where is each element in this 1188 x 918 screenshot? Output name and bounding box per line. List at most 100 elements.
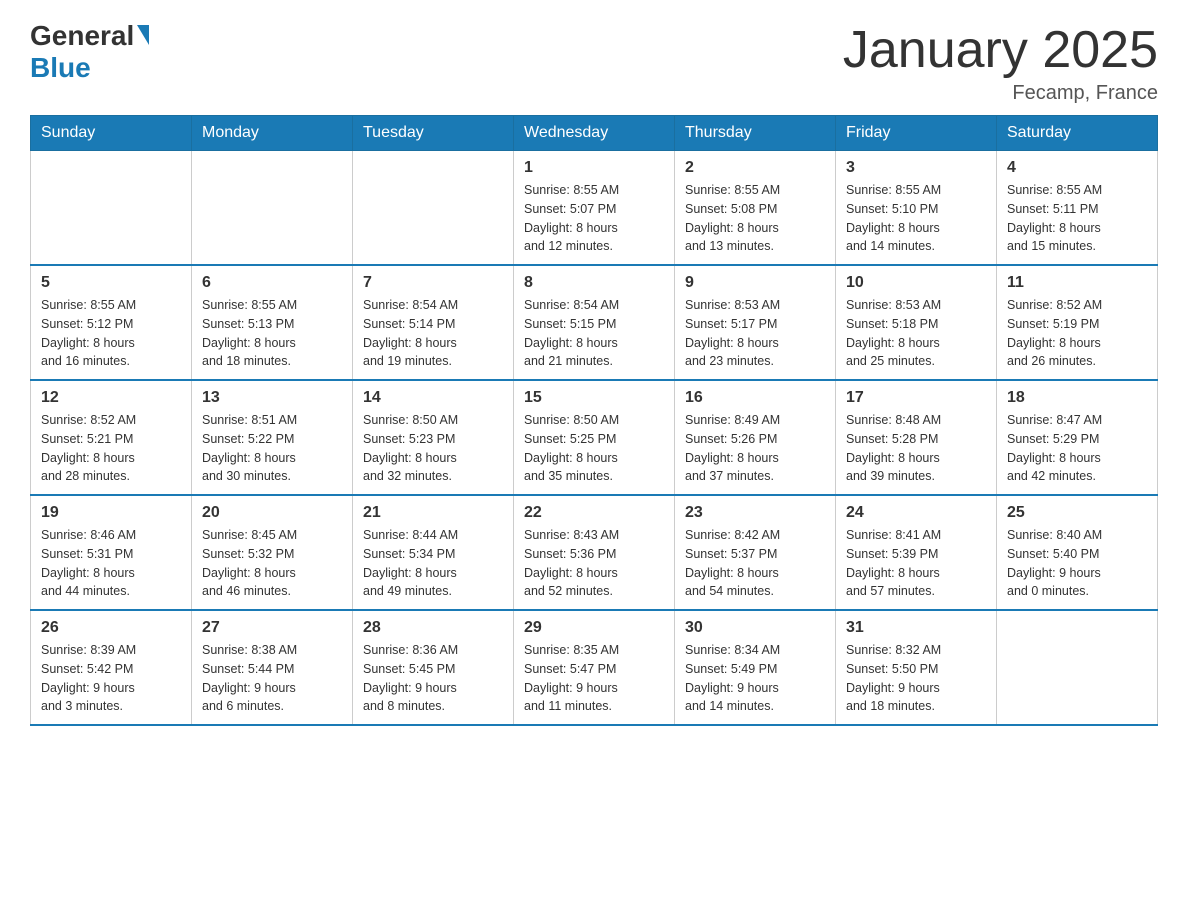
weekday-header-row: SundayMondayTuesdayWednesdayThursdayFrid… — [31, 116, 1158, 151]
table-row: 29 Sunrise: 8:35 AM Sunset: 5:47 PM Dayli… — [514, 610, 675, 725]
day-info: Sunrise: 8:52 AM Sunset: 5:19 PM Dayligh… — [1007, 296, 1147, 371]
table-row: 28 Sunrise: 8:36 AM Sunset: 5:45 PM Dayli… — [353, 610, 514, 725]
day-info: Sunrise: 8:43 AM Sunset: 5:36 PM Dayligh… — [524, 526, 664, 601]
page-header: General Blue January 2025 Fecamp, France — [30, 20, 1158, 105]
table-row: 4Sunrise: 8:55 AM Sunset: 5:11 PM Daylig… — [997, 151, 1158, 266]
day-number: 12 — [41, 389, 181, 407]
table-row — [192, 151, 353, 266]
table-row: 13 Sunrise: 8:51 AM Sunset: 5:22 PM Dayli… — [192, 380, 353, 495]
day-number: 14 — [363, 389, 503, 407]
day-number: 30 — [685, 619, 825, 637]
day-info: Sunrise: 8:51 AM Sunset: 5:22 PM Dayligh… — [202, 411, 342, 486]
calendar-table: SundayMondayTuesdayWednesdayThursdayFrid… — [30, 115, 1158, 726]
table-row: 3 Sunrise: 8:55 AM Sunset: 5:10 PM Daylig… — [836, 151, 997, 266]
table-row: 9 Sunrise: 8:53 AM Sunset: 5:17 PM Daylig… — [675, 265, 836, 380]
day-number: 5 — [41, 274, 181, 292]
table-row: 31Sunrise: 8:32 AM Sunset: 5:50 PM Dayli… — [836, 610, 997, 725]
calendar-week-2: 5 Sunrise: 8:55 AM Sunset: 5:12 PM Daylig… — [31, 265, 1158, 380]
day-number: 1 — [524, 159, 664, 177]
day-number: 15 — [524, 389, 664, 407]
weekday-header-thursday: Thursday — [675, 116, 836, 151]
table-row: 21 Sunrise: 8:44 AM Sunset: 5:34 PM Dayli… — [353, 495, 514, 610]
table-row: 19 Sunrise: 8:46 AM Sunset: 5:31 PM Dayli… — [31, 495, 192, 610]
title-section: January 2025 Fecamp, France — [843, 20, 1158, 105]
day-number: 3 — [846, 159, 986, 177]
table-row: 5 Sunrise: 8:55 AM Sunset: 5:12 PM Daylig… — [31, 265, 192, 380]
table-row: 30Sunrise: 8:34 AM Sunset: 5:49 PM Dayli… — [675, 610, 836, 725]
month-title: January 2025 — [843, 20, 1158, 80]
table-row: 17 Sunrise: 8:48 AM Sunset: 5:28 PM Dayli… — [836, 380, 997, 495]
day-info: Sunrise: 8:54 AM Sunset: 5:14 PM Dayligh… — [363, 296, 503, 371]
day-number: 19 — [41, 504, 181, 522]
table-row: 25Sunrise: 8:40 AM Sunset: 5:40 PM Dayli… — [997, 495, 1158, 610]
table-row: 11Sunrise: 8:52 AM Sunset: 5:19 PM Dayli… — [997, 265, 1158, 380]
day-info: Sunrise: 8:42 AM Sunset: 5:37 PM Dayligh… — [685, 526, 825, 601]
day-info: Sunrise: 8:55 AM Sunset: 5:07 PM Dayligh… — [524, 181, 664, 256]
table-row: 22 Sunrise: 8:43 AM Sunset: 5:36 PM Dayli… — [514, 495, 675, 610]
day-info: Sunrise: 8:36 AM Sunset: 5:45 PM Dayligh… — [363, 641, 503, 716]
table-row: 14Sunrise: 8:50 AM Sunset: 5:23 PM Dayli… — [353, 380, 514, 495]
table-row: 26 Sunrise: 8:39 AM Sunset: 5:42 PM Dayli… — [31, 610, 192, 725]
table-row: 7Sunrise: 8:54 AM Sunset: 5:14 PM Daylig… — [353, 265, 514, 380]
day-number: 28 — [363, 619, 503, 637]
table-row: 24Sunrise: 8:41 AM Sunset: 5:39 PM Dayli… — [836, 495, 997, 610]
day-number: 10 — [846, 274, 986, 292]
day-info: Sunrise: 8:53 AM Sunset: 5:18 PM Dayligh… — [846, 296, 986, 371]
day-info: Sunrise: 8:50 AM Sunset: 5:25 PM Dayligh… — [524, 411, 664, 486]
day-info: Sunrise: 8:35 AM Sunset: 5:47 PM Dayligh… — [524, 641, 664, 716]
day-number: 9 — [685, 274, 825, 292]
weekday-header-tuesday: Tuesday — [353, 116, 514, 151]
calendar-week-4: 19 Sunrise: 8:46 AM Sunset: 5:31 PM Dayli… — [31, 495, 1158, 610]
day-info: Sunrise: 8:44 AM Sunset: 5:34 PM Dayligh… — [363, 526, 503, 601]
day-number: 27 — [202, 619, 342, 637]
table-row: 6 Sunrise: 8:55 AM Sunset: 5:13 PM Daylig… — [192, 265, 353, 380]
weekday-header-friday: Friday — [836, 116, 997, 151]
day-info: Sunrise: 8:54 AM Sunset: 5:15 PM Dayligh… — [524, 296, 664, 371]
table-row: 20Sunrise: 8:45 AM Sunset: 5:32 PM Dayli… — [192, 495, 353, 610]
day-info: Sunrise: 8:52 AM Sunset: 5:21 PM Dayligh… — [41, 411, 181, 486]
day-info: Sunrise: 8:55 AM Sunset: 5:12 PM Dayligh… — [41, 296, 181, 371]
day-number: 16 — [685, 389, 825, 407]
table-row: 23Sunrise: 8:42 AM Sunset: 5:37 PM Dayli… — [675, 495, 836, 610]
day-number: 8 — [524, 274, 664, 292]
day-number: 21 — [363, 504, 503, 522]
calendar-header: SundayMondayTuesdayWednesdayThursdayFrid… — [31, 116, 1158, 151]
weekday-header-wednesday: Wednesday — [514, 116, 675, 151]
table-row: 8 Sunrise: 8:54 AM Sunset: 5:15 PM Daylig… — [514, 265, 675, 380]
day-number: 26 — [41, 619, 181, 637]
weekday-header-sunday: Sunday — [31, 116, 192, 151]
day-number: 22 — [524, 504, 664, 522]
day-info: Sunrise: 8:48 AM Sunset: 5:28 PM Dayligh… — [846, 411, 986, 486]
day-info: Sunrise: 8:55 AM Sunset: 5:13 PM Dayligh… — [202, 296, 342, 371]
day-info: Sunrise: 8:49 AM Sunset: 5:26 PM Dayligh… — [685, 411, 825, 486]
day-info: Sunrise: 8:46 AM Sunset: 5:31 PM Dayligh… — [41, 526, 181, 601]
logo-blue-text: Blue — [30, 52, 91, 84]
calendar-week-5: 26 Sunrise: 8:39 AM Sunset: 5:42 PM Dayli… — [31, 610, 1158, 725]
day-number: 13 — [202, 389, 342, 407]
calendar-week-3: 12 Sunrise: 8:52 AM Sunset: 5:21 PM Dayli… — [31, 380, 1158, 495]
day-number: 2 — [685, 159, 825, 177]
day-info: Sunrise: 8:45 AM Sunset: 5:32 PM Dayligh… — [202, 526, 342, 601]
calendar-week-1: 1 Sunrise: 8:55 AM Sunset: 5:07 PM Daylig… — [31, 151, 1158, 266]
day-info: Sunrise: 8:53 AM Sunset: 5:17 PM Dayligh… — [685, 296, 825, 371]
day-info: Sunrise: 8:55 AM Sunset: 5:10 PM Dayligh… — [846, 181, 986, 256]
day-number: 29 — [524, 619, 664, 637]
weekday-header-saturday: Saturday — [997, 116, 1158, 151]
day-info: Sunrise: 8:38 AM Sunset: 5:44 PM Dayligh… — [202, 641, 342, 716]
logo: General Blue — [30, 20, 149, 84]
day-number: 31 — [846, 619, 986, 637]
day-number: 6 — [202, 274, 342, 292]
day-info: Sunrise: 8:55 AM Sunset: 5:08 PM Dayligh… — [685, 181, 825, 256]
calendar-body: 1 Sunrise: 8:55 AM Sunset: 5:07 PM Daylig… — [31, 151, 1158, 726]
weekday-header-monday: Monday — [192, 116, 353, 151]
table-row: 27 Sunrise: 8:38 AM Sunset: 5:44 PM Dayli… — [192, 610, 353, 725]
logo-general-text: General — [30, 20, 134, 52]
day-info: Sunrise: 8:39 AM Sunset: 5:42 PM Dayligh… — [41, 641, 181, 716]
logo-arrow-icon — [137, 25, 149, 45]
table-row: 18Sunrise: 8:47 AM Sunset: 5:29 PM Dayli… — [997, 380, 1158, 495]
table-row: 1 Sunrise: 8:55 AM Sunset: 5:07 PM Daylig… — [514, 151, 675, 266]
day-number: 4 — [1007, 159, 1147, 177]
table-row: 10 Sunrise: 8:53 AM Sunset: 5:18 PM Dayli… — [836, 265, 997, 380]
table-row — [997, 610, 1158, 725]
day-number: 17 — [846, 389, 986, 407]
